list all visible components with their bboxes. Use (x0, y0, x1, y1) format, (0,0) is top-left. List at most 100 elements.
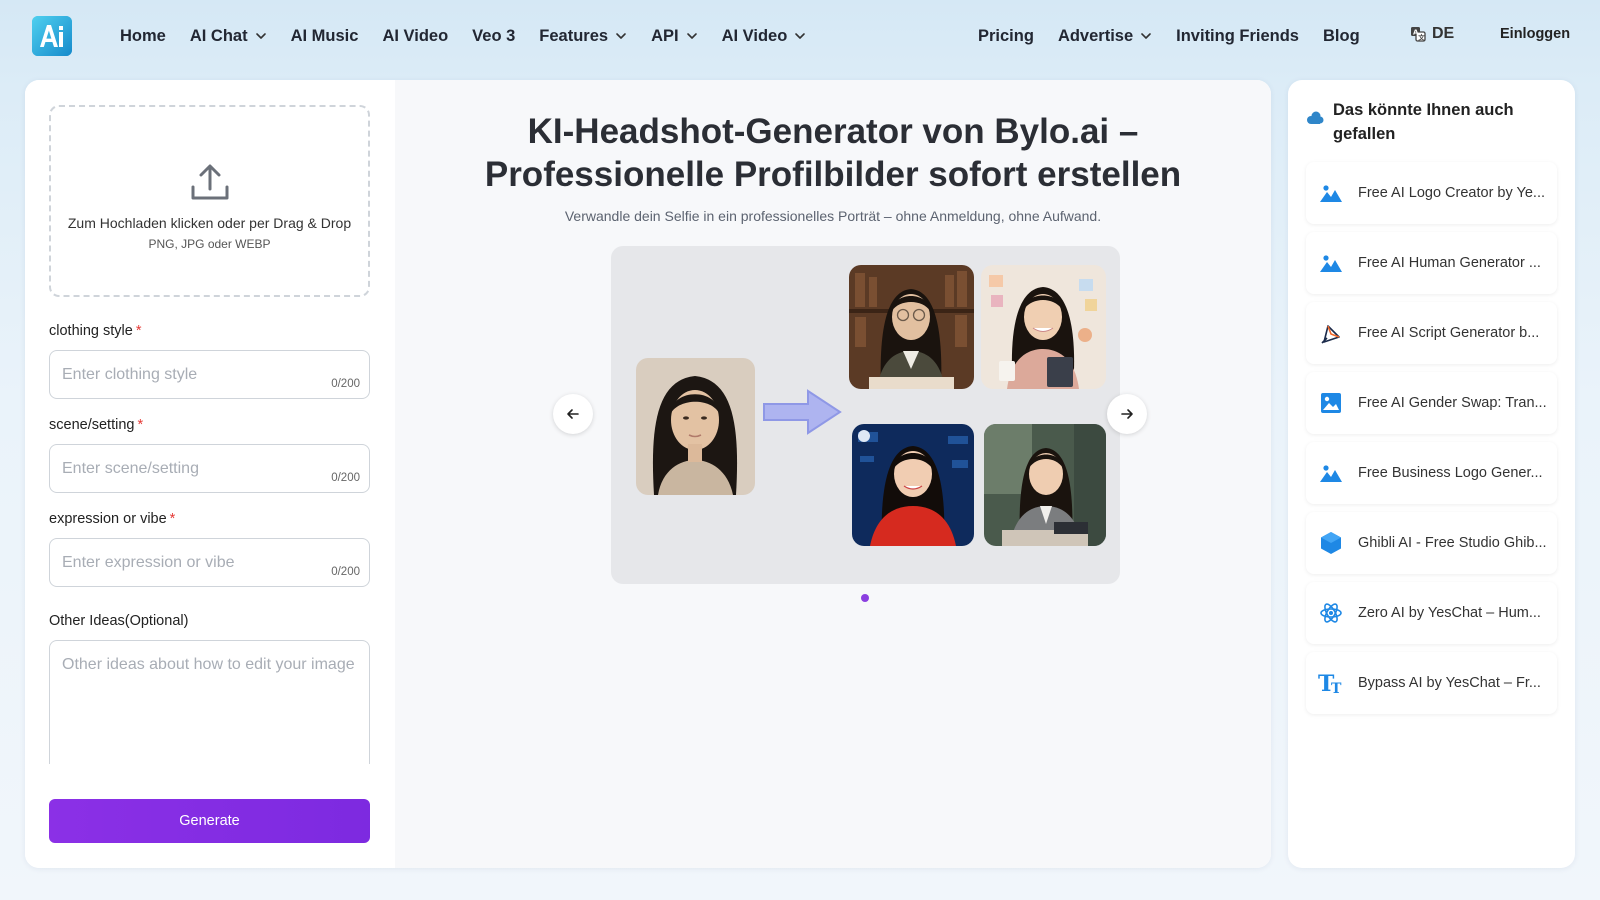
carousel-prev-button[interactable] (553, 394, 593, 434)
top-navigation-bar: Home AI Chat AI Music AI Video Veo 3 Features… (0, 0, 1600, 72)
expression-field[interactable]: 0/200 (49, 538, 370, 587)
page-title-line-1: KI-Headshot-Generator von Bylo.ai – (527, 112, 1139, 151)
nav-item-pricing[interactable]: Pricing (978, 27, 1034, 46)
nav-item-features[interactable]: Features (539, 27, 627, 46)
arrow-right-icon (1121, 409, 1133, 419)
script-quill-icon (1318, 320, 1344, 346)
translate-icon: A 文 (1411, 27, 1426, 42)
scene-setting-label-text: scene/setting (49, 417, 135, 433)
nav-item-inviting-friends[interactable]: Inviting Friends (1176, 27, 1299, 46)
nav-item-ai-music[interactable]: AI Music (291, 27, 359, 46)
scene-setting-label: scene/setting * (49, 417, 143, 433)
nav-item-label: Advertise (1057, 26, 1134, 45)
nav-item-blog[interactable]: Blog (1323, 27, 1360, 46)
required-marker: * (137, 417, 144, 433)
image-upload-dropzone[interactable]: Zum Hochladen klicken oder per Drag & Dr… (49, 105, 370, 297)
nav-item-ai-chat[interactable]: AI Chat (190, 27, 267, 46)
recommendations-sidebar: Das könnte Ihnen auch gefallen Free AI L… (1288, 80, 1575, 868)
required-marker: * (169, 511, 176, 527)
nav-item-label: Home (120, 26, 166, 45)
mountain-image-icon (1318, 460, 1344, 486)
sidebar-item-label: Free Business Logo Gener... (1358, 465, 1543, 481)
result-headshot-office-coffee (981, 265, 1106, 389)
input-form-panel: Zum Hochladen klicken oder per Drag & Dr… (25, 80, 395, 868)
hexagon-icon (1318, 530, 1344, 556)
nav-item-ai-video[interactable]: AI Video (722, 27, 807, 46)
sidebar-item-label: Free AI Logo Creator by Ye... (1358, 185, 1546, 201)
clothing-style-field[interactable]: 0/200 (49, 350, 370, 399)
result-headshot-library (849, 265, 974, 389)
nav-item-advertise[interactable]: Advertise (1058, 27, 1152, 46)
svg-text:文: 文 (1417, 33, 1425, 42)
sidebar-item[interactable]: Free Business Logo Gener... (1306, 442, 1557, 504)
other-ideas-label: Other Ideas(Optional) (49, 613, 189, 629)
scene-setting-field[interactable]: 0/200 (49, 444, 370, 493)
sidebar-item[interactable]: Free AI Human Generator ... (1306, 232, 1557, 294)
main-nav: Home AI Chat AI Music AI Video Veo 3 Features… (120, 24, 830, 48)
sidebar-item[interactable]: Zero AI by YesChat – Hum... (1306, 582, 1557, 644)
page-title-line-2: Professionelle Profilbilder sofort erste… (484, 155, 1182, 194)
clothing-style-label: clothing style * (49, 323, 141, 339)
nav-item-label: AI Music (290, 26, 359, 45)
nav-item-home[interactable]: Home (120, 27, 166, 46)
sidebar-item-label: Zero AI by YesChat – Hum... (1358, 605, 1541, 621)
nav-item-veo-3[interactable]: Veo 3 (472, 27, 515, 46)
chevron-down-icon (255, 33, 266, 39)
scene-setting-counter: 0/200 (331, 472, 360, 484)
nav-item-label: AI Chat (189, 26, 248, 45)
language-switcher[interactable]: A 文 DE (1410, 25, 1454, 43)
sidebar-item[interactable]: Free AI Logo Creator by Ye... (1306, 162, 1557, 224)
cloud-icon (1307, 111, 1324, 124)
chevron-down-icon (1141, 33, 1151, 39)
login-button[interactable]: Einloggen (1500, 26, 1570, 42)
clothing-style-input[interactable] (50, 351, 369, 398)
carousel-indicator-dot[interactable] (861, 594, 869, 602)
sidebar-item[interactable]: Free AI Gender Swap: Tran... (1306, 372, 1557, 434)
upload-icon (191, 164, 228, 200)
nav-item-label: Blog (1322, 26, 1360, 45)
preview-panel: KI-Headshot-Generator von Bylo.ai – Prof… (395, 80, 1271, 868)
other-ideas-field[interactable] (49, 640, 370, 764)
scene-setting-input[interactable] (50, 445, 369, 492)
result-headshot-business-suit (984, 424, 1106, 546)
sidebar-item-label: Ghibli AI - Free Studio Ghib... (1358, 535, 1547, 551)
sidebar-header: Das könnte Ihnen auch gefallen (1306, 98, 1563, 146)
nav-item-label: AI Video (721, 26, 788, 45)
atom-icon (1318, 600, 1344, 626)
nav-item-ai-video[interactable]: AI Video (382, 27, 448, 46)
sidebar-title: Das könnte Ihnen auch gefallen (1333, 101, 1514, 143)
page-title: KI-Headshot-Generator von Bylo.ai – Prof… (395, 110, 1271, 196)
logo-ai-icon (32, 16, 72, 56)
sidebar-item[interactable]: Free AI Script Generator b... (1306, 302, 1557, 364)
chevron-down-icon (616, 33, 626, 39)
generate-button[interactable]: Generate (49, 799, 370, 843)
upload-formats: PNG, JPG oder WEBP (148, 237, 271, 251)
nav-item-label: Pricing (978, 26, 1034, 45)
chevron-down-icon (686, 33, 697, 39)
sidebar-item[interactable]: T T Bypass AI by YesChat – Fr... (1306, 652, 1557, 714)
expression-label: expression or vibe * (49, 511, 175, 527)
other-ideas-textarea[interactable] (50, 641, 369, 764)
clothing-style-label-text: clothing style (49, 323, 133, 339)
upload-instruction: Zum Hochladen klicken oder per Drag & Dr… (67, 215, 352, 231)
expression-input[interactable] (50, 539, 369, 586)
result-headshot-news-anchor (852, 424, 974, 546)
required-marker: * (135, 323, 142, 339)
expression-counter: 0/200 (331, 566, 360, 578)
transform-arrow-icon (763, 389, 842, 435)
sidebar-item-label: Free AI Script Generator b... (1358, 325, 1540, 341)
nav-item-api[interactable]: API (651, 27, 698, 46)
mountain-image-icon (1318, 180, 1344, 206)
secondary-nav: Pricing Advertise Inviting Friends Blog (978, 24, 1384, 48)
clothing-style-counter: 0/200 (331, 378, 360, 390)
sidebar-list: Free AI Logo Creator by Ye... Free AI Hum… (1306, 162, 1557, 722)
carousel-next-button[interactable] (1107, 394, 1147, 434)
nav-item-label: Features (539, 26, 609, 45)
arrow-left-icon (567, 409, 579, 419)
mountain-image-icon (1318, 250, 1344, 276)
site-logo[interactable] (32, 16, 72, 56)
sidebar-item[interactable]: Ghibli AI - Free Studio Ghib... (1306, 512, 1557, 574)
text-tt-icon: TT (1318, 670, 1344, 696)
page-subtitle: Verwandle dein Selfie in ein professione… (564, 208, 1102, 224)
example-carousel (611, 246, 1120, 584)
